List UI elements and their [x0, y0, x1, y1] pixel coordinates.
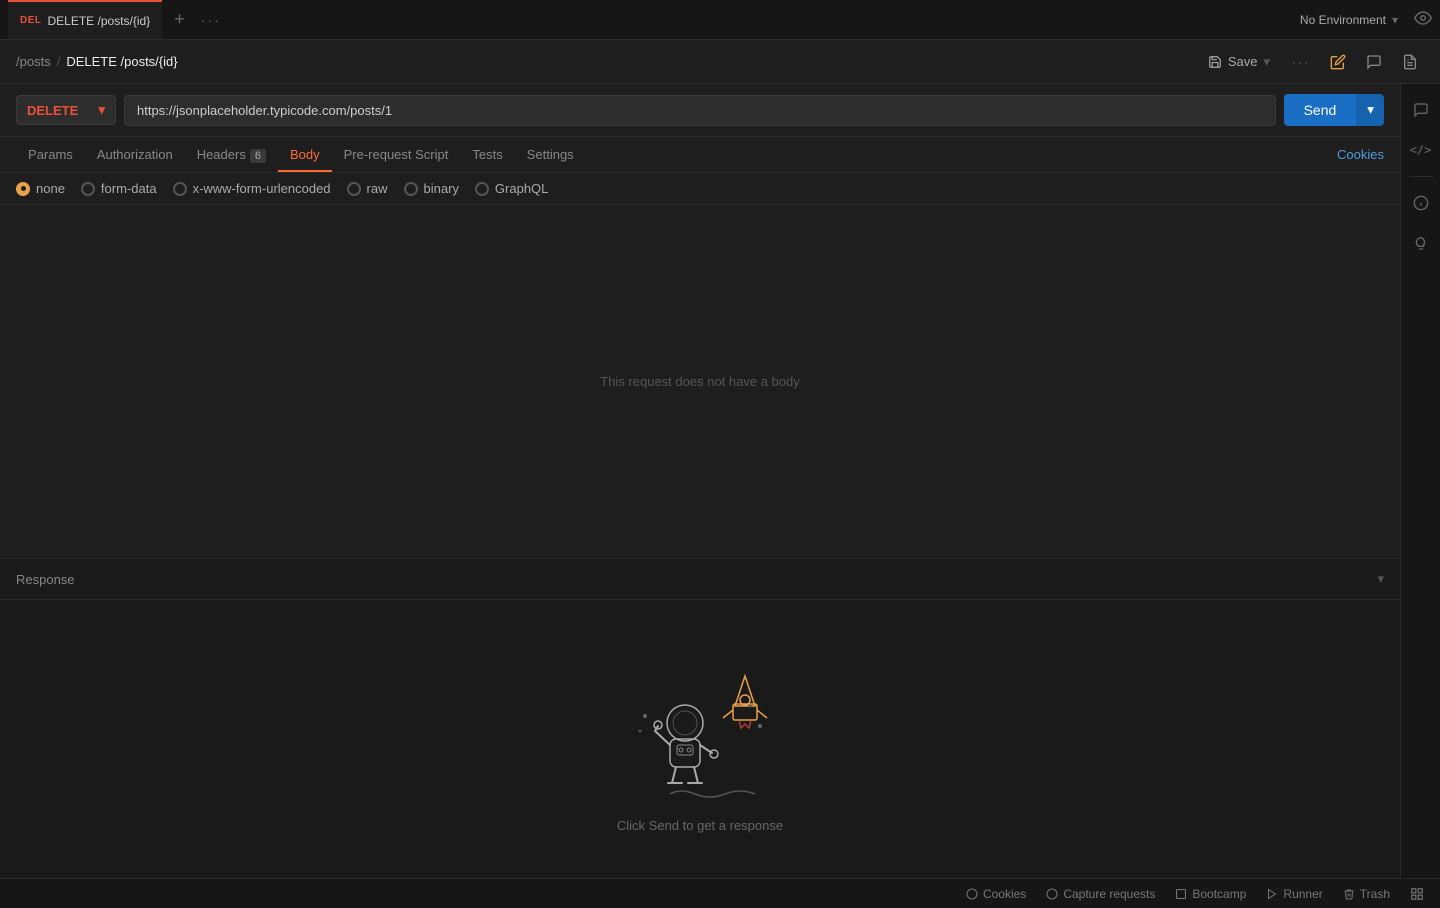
breadcrumb-actions: Save ▾ ··· [1200, 48, 1424, 76]
grid-status-item[interactable] [1410, 887, 1424, 901]
tab-actions: + ··· [170, 9, 221, 30]
response-title: Response [16, 572, 75, 587]
body-type-row: none form-data x-www-form-urlencoded raw… [0, 173, 1400, 205]
more-options-button[interactable]: ··· [1286, 49, 1316, 75]
response-empty-caption: Click Send to get a response [617, 818, 783, 833]
runner-status-item[interactable]: Runner [1266, 887, 1322, 901]
bootcamp-status-item[interactable]: Bootcamp [1175, 887, 1246, 901]
astronaut-illustration: Click Send to get a response [617, 646, 783, 833]
save-chevron-icon: ▾ [1263, 54, 1270, 70]
radio-urlencoded[interactable]: x-www-form-urlencoded [173, 181, 331, 196]
tab-prerequest[interactable]: Pre-request Script [332, 137, 461, 172]
save-button[interactable]: Save ▾ [1200, 50, 1278, 74]
tab-headers[interactable]: Headers6 [185, 137, 278, 172]
request-panel: DELETE ▾ Send ▾ Params Authorization Hea… [0, 84, 1400, 878]
breadcrumb-bar: /posts / DELETE /posts/{id} Save ▾ ··· [0, 40, 1440, 84]
radio-raw[interactable]: raw [347, 181, 388, 196]
tab-method-badge: DEL [20, 15, 42, 26]
radio-dot-urlencoded [173, 182, 187, 196]
tab-params[interactable]: Params [16, 137, 85, 172]
body-empty-area: This request does not have a body [0, 205, 1400, 558]
comment-button[interactable] [1360, 48, 1388, 76]
comment-sidebar-icon[interactable] [1403, 92, 1439, 128]
radio-binary[interactable]: binary [404, 181, 459, 196]
method-label: DELETE [27, 103, 78, 118]
method-chevron-icon: ▾ [98, 102, 105, 118]
environment-chevron-icon: ▾ [1392, 13, 1398, 27]
add-tab-button[interactable]: + [170, 9, 189, 30]
url-input[interactable] [124, 95, 1276, 126]
request-tabs: Params Authorization Headers6 Body Pre-r… [0, 137, 1400, 173]
radio-dot-binary [404, 182, 418, 196]
cookies-status-item[interactable]: Cookies [966, 887, 1026, 901]
eye-icon[interactable] [1414, 9, 1432, 30]
response-chevron-icon[interactable]: ▾ [1377, 571, 1384, 587]
more-tabs-button[interactable]: ··· [201, 12, 221, 28]
info-sidebar-icon[interactable] [1403, 185, 1439, 221]
breadcrumb: /posts / DELETE /posts/{id} [16, 54, 178, 69]
cookies-link[interactable]: Cookies [1337, 147, 1384, 162]
radio-none[interactable]: none [16, 181, 65, 196]
response-panel: Response ▾ [0, 558, 1400, 878]
headers-badge: 6 [250, 149, 266, 163]
trash-status-item[interactable]: Trash [1343, 887, 1390, 901]
breadcrumb-current: DELETE /posts/{id} [66, 54, 177, 69]
environment-selector[interactable]: No Environment ▾ [1292, 9, 1406, 31]
radio-dot-form-data [81, 182, 95, 196]
radio-form-data[interactable]: form-data [81, 181, 157, 196]
tab-tests[interactable]: Tests [460, 137, 514, 172]
environment-label: No Environment [1300, 13, 1386, 27]
response-header: Response ▾ [0, 559, 1400, 600]
capture-requests-status-item[interactable]: Capture requests [1046, 887, 1155, 901]
astronaut-svg [620, 646, 780, 806]
url-bar: DELETE ▾ Send ▾ [0, 84, 1400, 137]
edit-button[interactable] [1324, 48, 1352, 76]
tab-authorization[interactable]: Authorization [85, 137, 185, 172]
tab-body[interactable]: Body [278, 137, 332, 172]
radio-dot-graphql [475, 182, 489, 196]
tab-bar: DEL DELETE /posts/{id} + ··· No Environm… [0, 0, 1440, 40]
method-selector[interactable]: DELETE ▾ [16, 95, 116, 125]
send-button[interactable]: Send [1284, 94, 1357, 126]
right-sidebar: </> [1400, 84, 1440, 878]
tab-title: DELETE /posts/{id} [48, 14, 151, 28]
main-content: DELETE ▾ Send ▾ Params Authorization Hea… [0, 84, 1440, 878]
send-arrow-icon: ▾ [1367, 102, 1374, 117]
active-tab[interactable]: DEL DELETE /posts/{id} [8, 0, 162, 39]
status-bar: Cookies Capture requests Bootcamp Runner… [0, 878, 1440, 908]
breadcrumb-parent[interactable]: /posts [16, 54, 51, 69]
send-dropdown-button[interactable]: ▾ [1356, 94, 1384, 126]
sidebar-divider [1409, 176, 1433, 177]
lightbulb-sidebar-icon[interactable] [1403, 225, 1439, 261]
radio-graphql[interactable]: GraphQL [475, 181, 548, 196]
breadcrumb-separator: / [57, 54, 61, 69]
code-sidebar-icon[interactable]: </> [1403, 132, 1439, 168]
radio-dot-raw [347, 182, 361, 196]
tab-settings[interactable]: Settings [515, 137, 586, 172]
response-body: Click Send to get a response [0, 600, 1400, 878]
send-button-group: Send ▾ [1284, 94, 1384, 126]
radio-dot-none [16, 182, 30, 196]
body-placeholder-text: This request does not have a body [600, 374, 799, 389]
document-button[interactable] [1396, 48, 1424, 76]
